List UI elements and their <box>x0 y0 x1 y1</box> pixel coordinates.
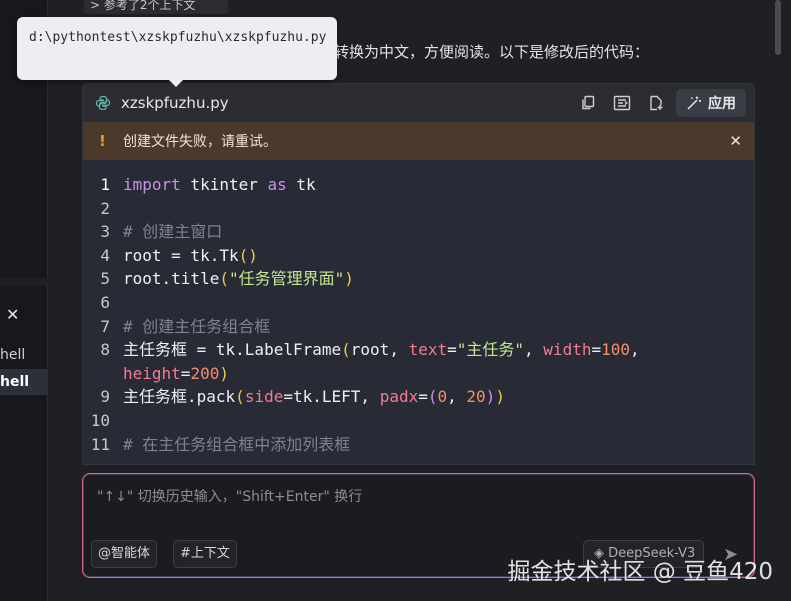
error-message: 创建文件失败，请重试。 <box>123 134 277 150</box>
copy-icon[interactable] <box>574 89 602 117</box>
code-line: 8 主任务框 = tk.LabelFrame(root, text="主任务",… <box>83 338 754 362</box>
line-number: 5 <box>100 269 110 289</box>
agent-mention-button[interactable]: @智能体 <box>91 540 158 568</box>
line-number: 9 <box>100 387 110 407</box>
close-error-icon[interactable]: ✕ <box>729 132 742 150</box>
line-number: 3 <box>100 222 110 242</box>
left-list-item[interactable]: hell <box>0 342 48 368</box>
code-block-header: xzskpfuzhu.py 应用 <box>83 84 754 122</box>
line-number: 4 <box>100 245 110 265</box>
code-line: 7 # 创建主任务组合框 <box>83 315 754 339</box>
line-number: 2 <box>100 198 110 218</box>
apply-label: 应用 <box>708 96 736 112</box>
left-panel-bottom <box>0 286 48 601</box>
code-line: 11 # 在主任务组合框中添加列表框 <box>83 433 754 457</box>
code-line: 6 <box>83 291 754 315</box>
context-reference-toggle[interactable]: > 参考了2个上下文 <box>84 0 228 14</box>
code-line: 3 # 创建主窗口 <box>83 220 754 244</box>
new-file-icon[interactable] <box>642 89 670 117</box>
code-block: xzskpfuzhu.py 应用 ! 创建文件失败，请重试。 ✕ 1 impor… <box>82 83 755 465</box>
apply-button[interactable]: 应用 <box>676 89 746 117</box>
python-file-icon <box>95 95 111 111</box>
warning-icon: ! <box>99 132 106 150</box>
chat-input-placeholder: "↑↓" 切换历史输入，"Shift+Enter" 换行 <box>97 489 363 505</box>
code-content: 1 import tkinter as tk 2 3 # 创建主窗口 4 roo… <box>83 160 754 456</box>
line-number: 10 <box>90 410 110 430</box>
line-number: 1 <box>100 175 110 194</box>
close-icon[interactable]: ✕ <box>6 305 19 324</box>
left-list-item-selected[interactable]: hell <box>0 369 48 395</box>
watermark: 掘金技术社区 @ 豆鱼420 <box>507 559 773 585</box>
assistant-intro-text: 转换为中文，方便阅读。以下是修改后的代码： <box>334 43 650 61</box>
error-banner: ! 创建文件失败，请重试。 ✕ <box>83 122 754 160</box>
line-number <box>83 362 123 386</box>
line-number: 7 <box>100 316 110 336</box>
line-number: 6 <box>100 292 110 312</box>
line-number: 11 <box>90 434 110 454</box>
insert-code-icon[interactable] <box>608 89 636 117</box>
magic-wand-icon <box>687 96 701 110</box>
line-number: 8 <box>100 340 110 360</box>
context-button[interactable]: #上下文 <box>173 540 237 568</box>
code-line: 9 主任务框.pack(side=tk.LEFT, padx=(0, 20)) <box>83 385 754 409</box>
scrollbar-thumb[interactable] <box>775 0 781 55</box>
code-line: 5 root.title("任务管理界面") <box>83 267 754 291</box>
code-line: 10 <box>83 409 754 433</box>
code-line: 2 <box>83 197 754 221</box>
code-filename: xzskpfuzhu.py <box>121 94 229 112</box>
file-path-tooltip: d:\pythontest\xzskpfuzhu\xzskpfuzhu.py <box>17 17 337 87</box>
code-line-wrap: height=200) <box>83 362 754 386</box>
code-line: 4 root = tk.Tk() <box>83 244 754 268</box>
code-line: 1 import tkinter as tk <box>83 173 754 197</box>
